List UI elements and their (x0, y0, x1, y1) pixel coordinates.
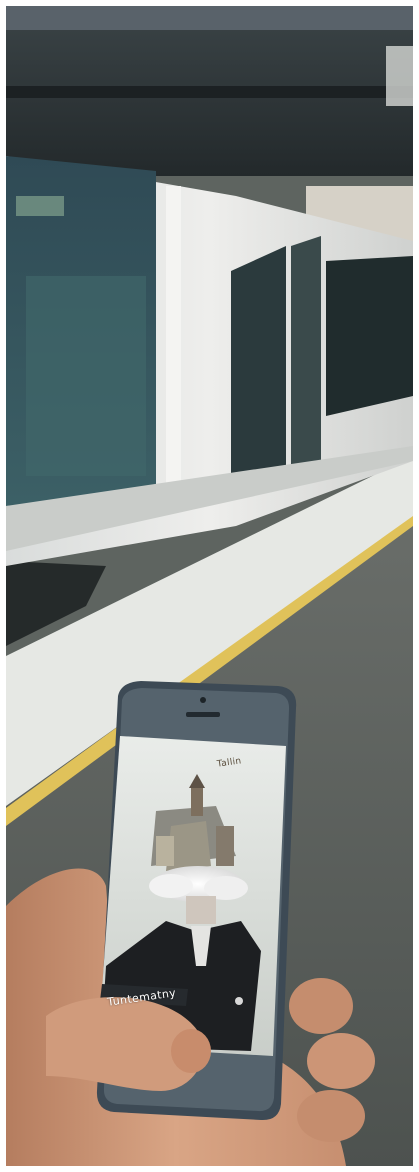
metro-platform-photo (6, 6, 413, 1166)
photo-frame: Tallin Tuntematny (6, 6, 413, 1166)
